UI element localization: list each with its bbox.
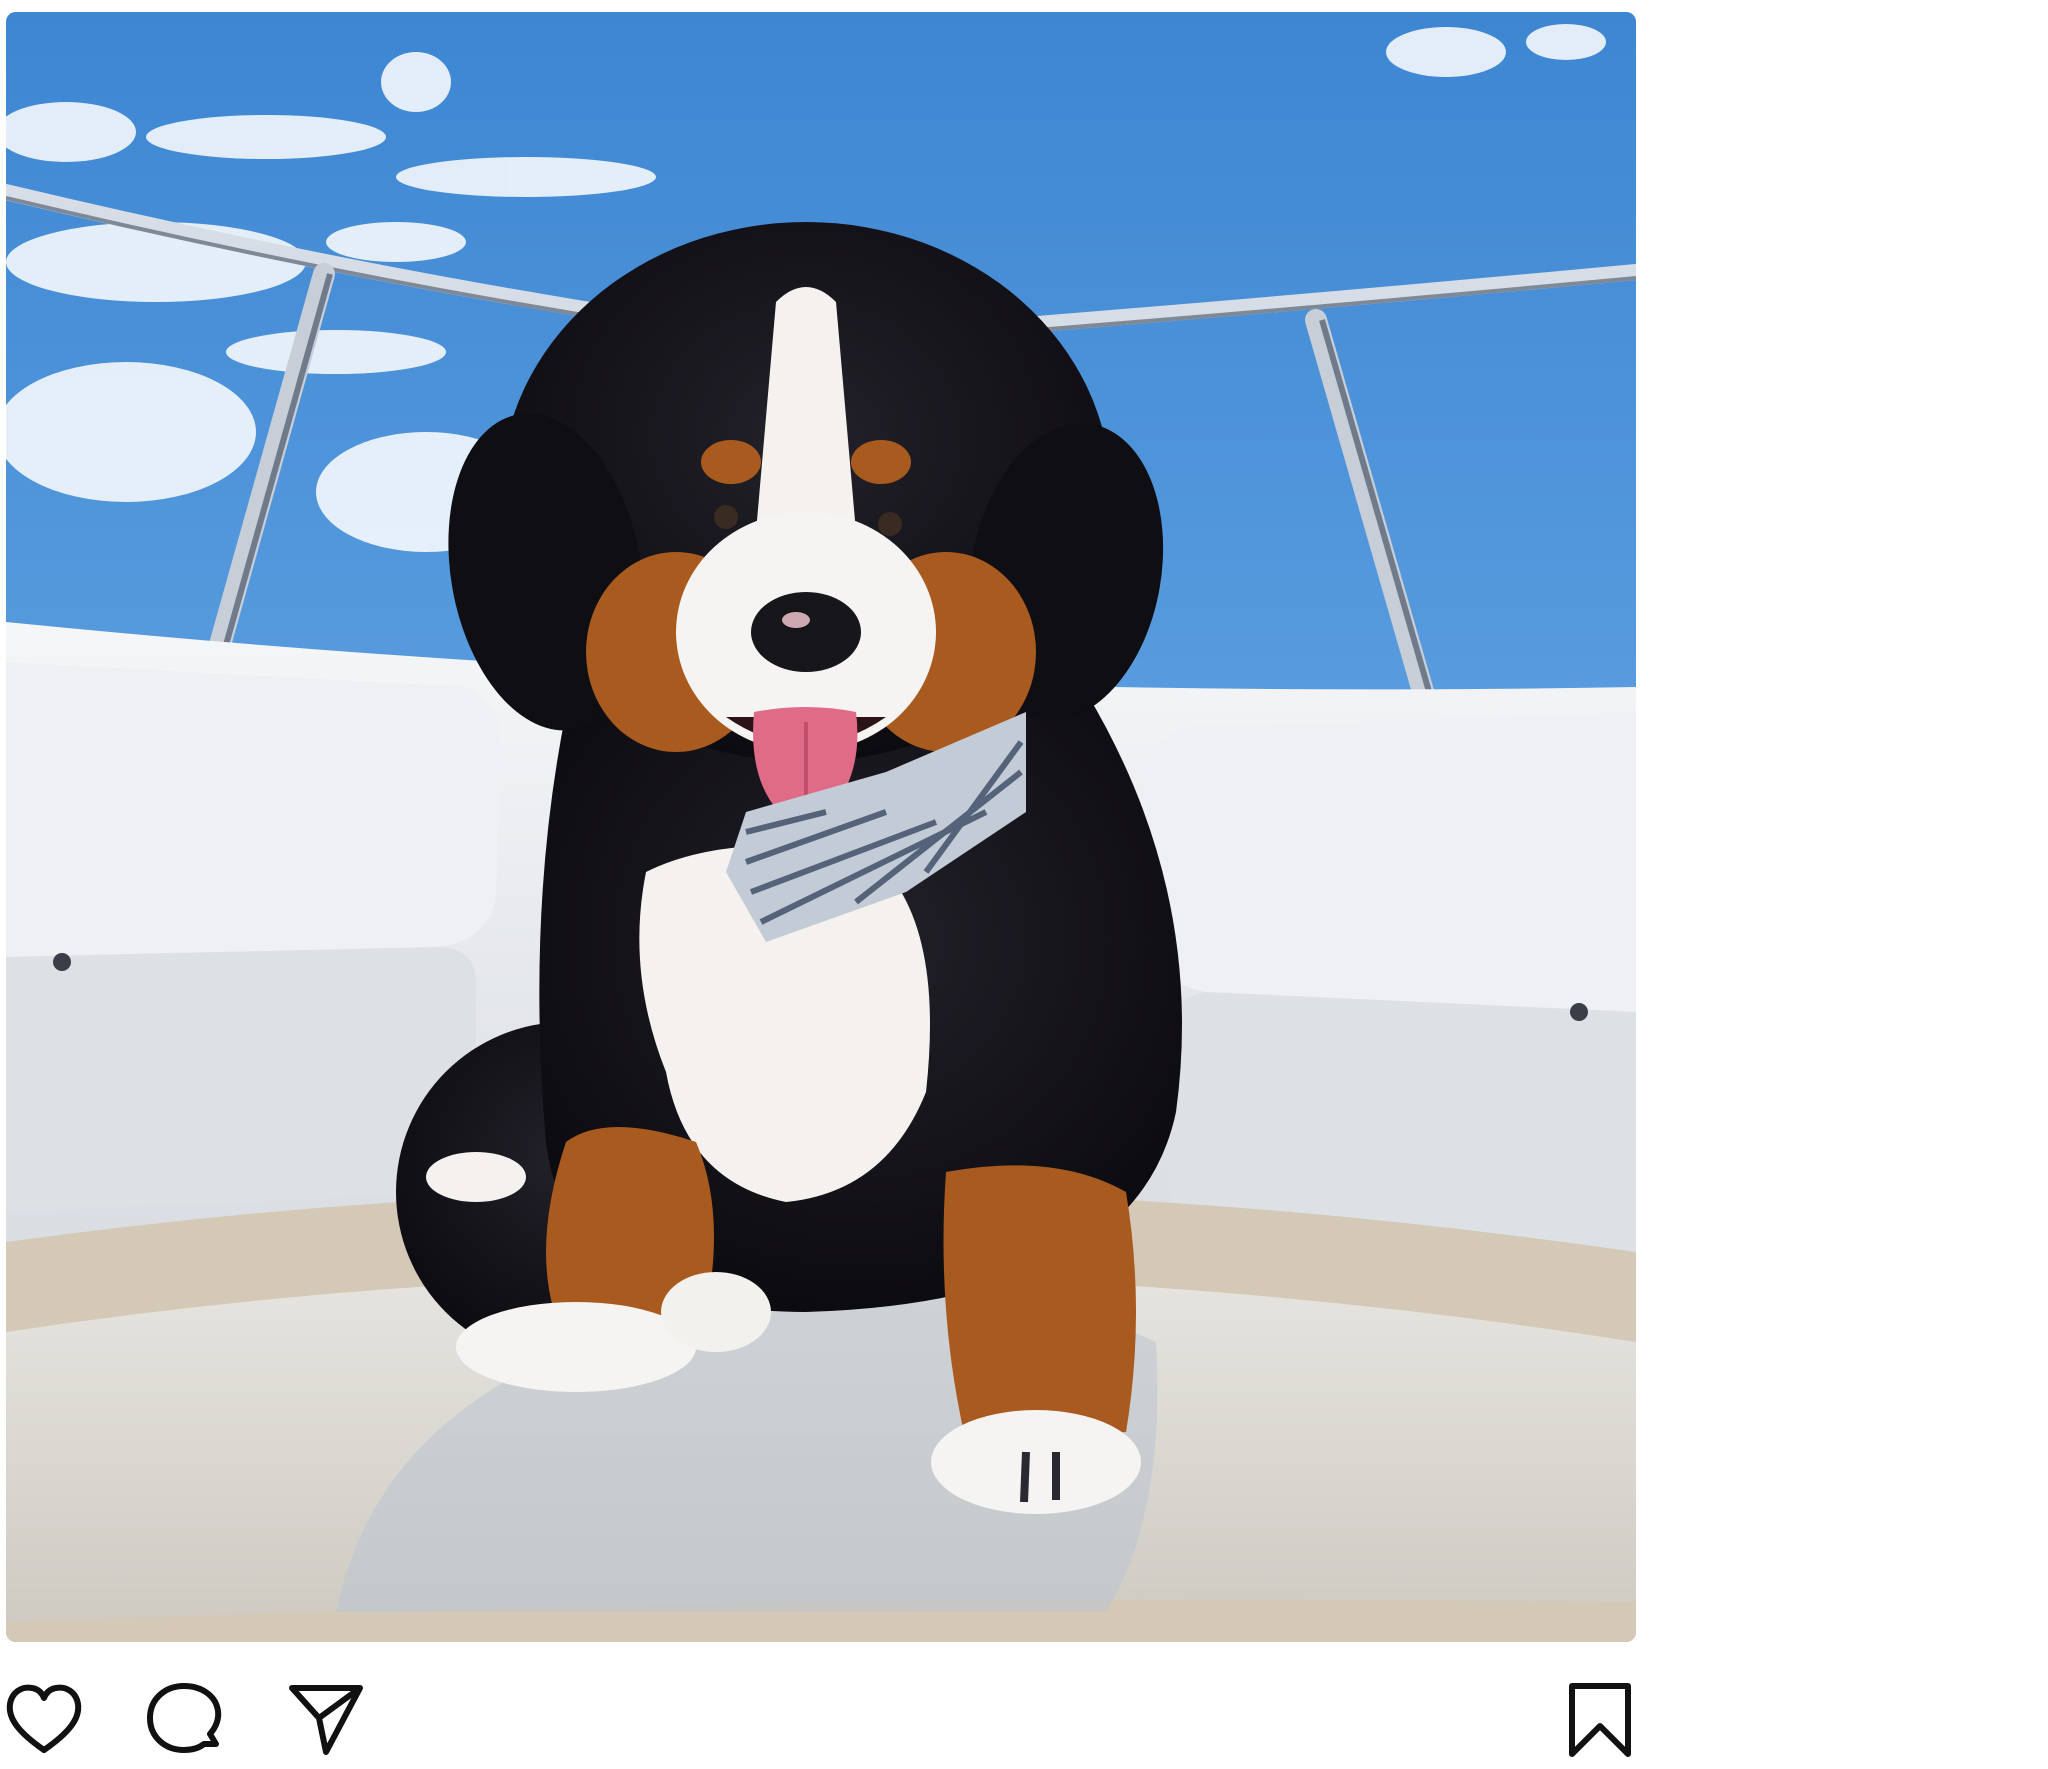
- post-photo[interactable]: [6, 12, 1636, 1642]
- instagram-post: [0, 0, 2048, 1769]
- heart-icon[interactable]: [4, 1680, 84, 1760]
- comment-icon[interactable]: [144, 1680, 224, 1760]
- puppy-on-boat-image: [6, 12, 1636, 1642]
- paper-plane-icon[interactable]: [286, 1680, 366, 1760]
- post-action-bar: [0, 1680, 1640, 1760]
- bookmark-icon[interactable]: [1560, 1680, 1640, 1760]
